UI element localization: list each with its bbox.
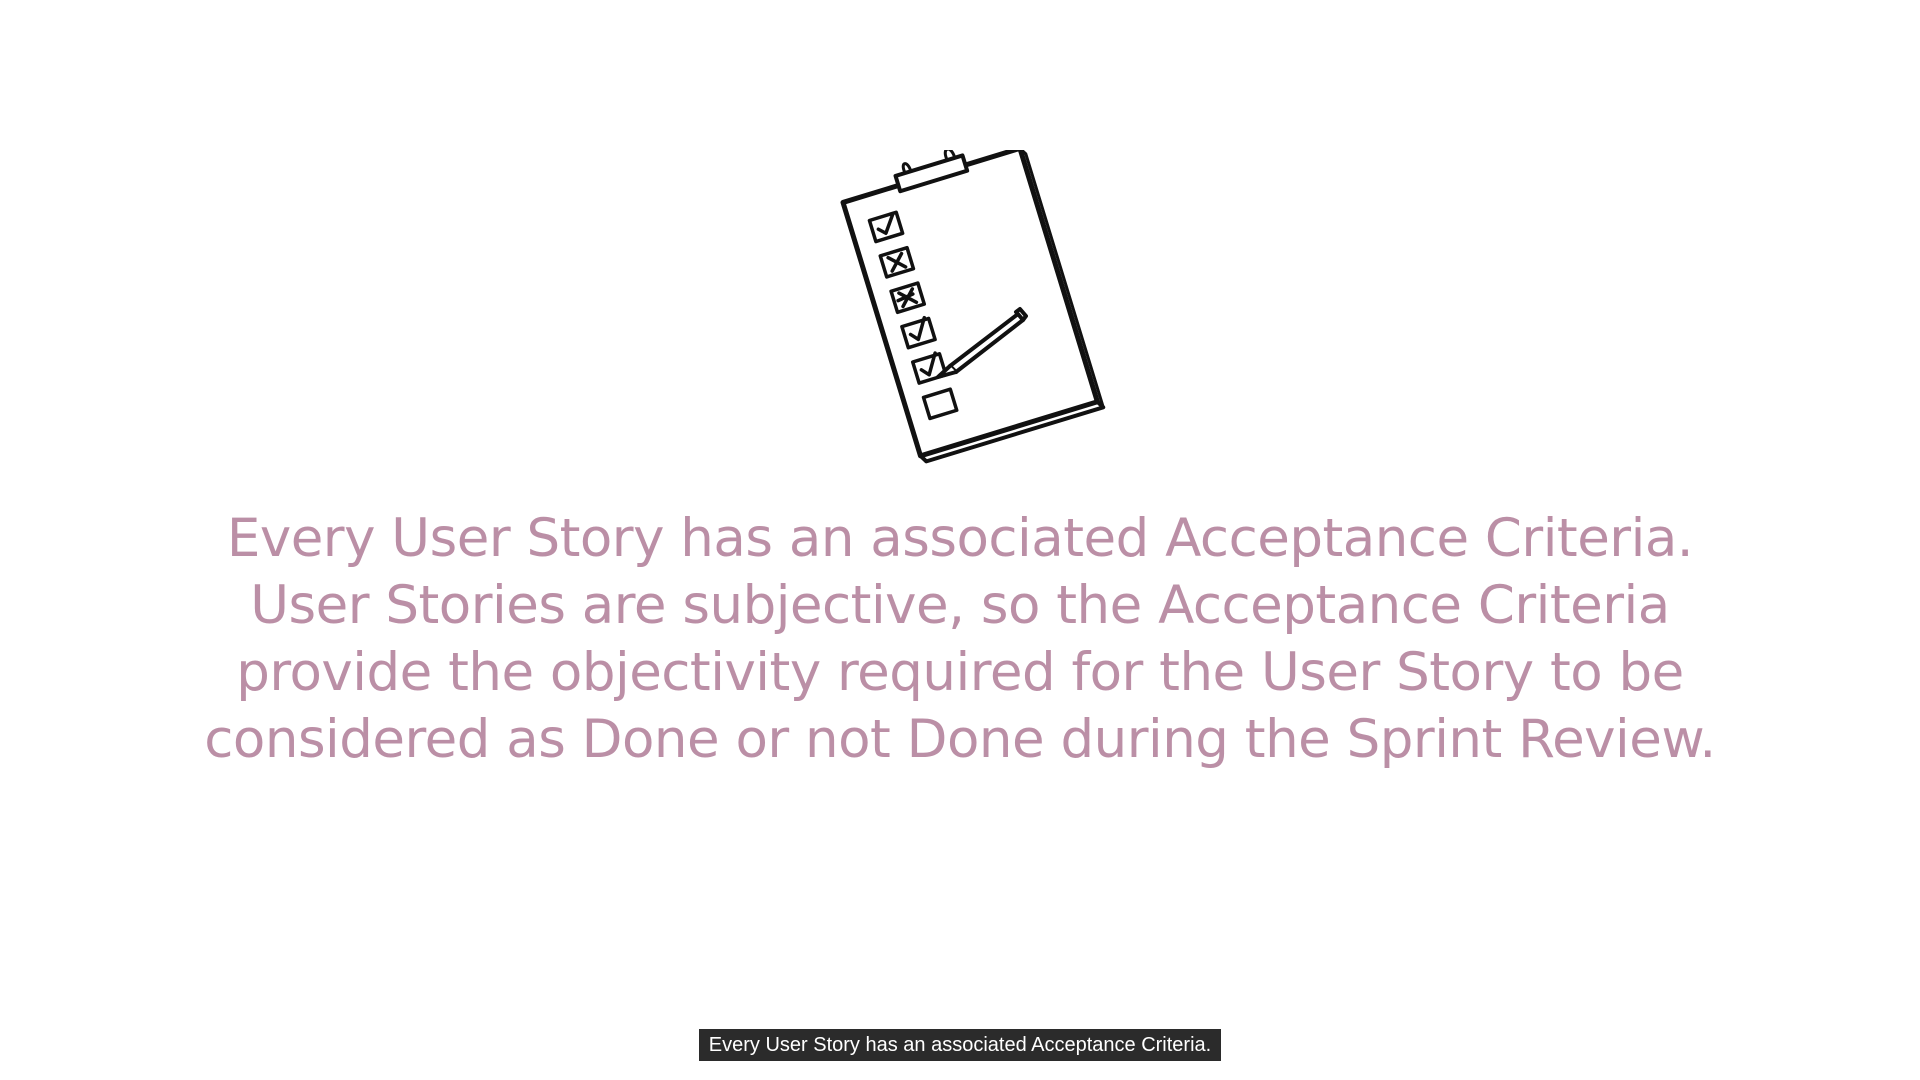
slide-text-line: provide the objectivity required for the… — [236, 642, 1684, 703]
slide-body-text: Every User Story has an associated Accep… — [160, 505, 1760, 773]
slide-text-line: User Stories are subjective, so the Acce… — [250, 575, 1670, 636]
slide-text-line: considered as Done or not Done during th… — [204, 709, 1716, 770]
slide-text-line: Every User Story has an associated Accep… — [226, 508, 1694, 569]
slide: Every User Story has an associated Accep… — [0, 0, 1920, 1080]
subtitle-caption-text: Every User Story has an associated Accep… — [698, 1029, 1222, 1061]
subtitle-caption: Every User Story has an associated Accep… — [0, 1029, 1920, 1061]
clipboard-checklist-icon — [820, 145, 1120, 475]
